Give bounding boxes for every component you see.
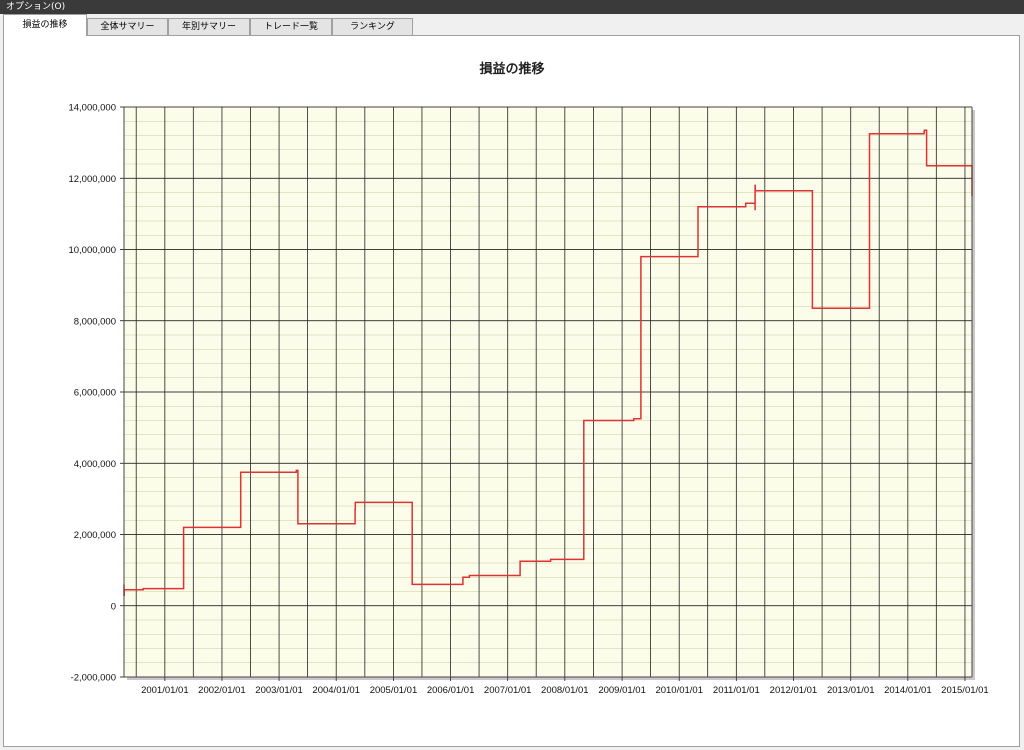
profit-chart: -2,000,000 0 2,000,000 4,000,000 6,000,000 8,… bbox=[68, 103, 989, 697]
y-tick-label: 6,000,000 bbox=[74, 388, 116, 399]
x-tick-label: 2007/01/01 bbox=[484, 685, 532, 696]
x-tick-label: 2006/01/01 bbox=[427, 685, 475, 696]
x-tick-label: 2003/01/01 bbox=[255, 685, 303, 696]
x-tick-label: 2001/01/01 bbox=[141, 685, 189, 696]
y-tick-label: 4,000,000 bbox=[74, 459, 116, 470]
x-tick-label: 2009/01/01 bbox=[598, 685, 646, 696]
y-tick-label: 12,000,000 bbox=[68, 174, 116, 185]
x-tick-label: 2012/01/01 bbox=[770, 685, 818, 696]
y-tick-label: 8,000,000 bbox=[74, 316, 116, 327]
y-tick-label: -2,000,000 bbox=[71, 673, 116, 684]
y-tick-label: 10,000,000 bbox=[68, 245, 116, 256]
x-tick-label: 2002/01/01 bbox=[198, 685, 246, 696]
x-tick-label: 2011/01/01 bbox=[713, 685, 760, 696]
y-tick-label: 14,000,000 bbox=[68, 103, 116, 114]
y-tick-label: 0 bbox=[111, 601, 116, 612]
x-tick-label: 2010/01/01 bbox=[655, 685, 703, 696]
x-tick-label: 2008/01/01 bbox=[541, 685, 589, 696]
x-tick-label: 2005/01/01 bbox=[370, 685, 418, 696]
y-tick-label: 2,000,000 bbox=[74, 530, 116, 541]
x-tick-label: 2013/01/01 bbox=[827, 685, 875, 696]
x-tick-label: 2015/01/01 bbox=[941, 685, 989, 696]
x-tick-label: 2004/01/01 bbox=[312, 685, 360, 696]
x-tick-label: 2014/01/01 bbox=[884, 685, 932, 696]
tab-profit-trend[interactable]: 損益の推移 bbox=[3, 14, 87, 36]
